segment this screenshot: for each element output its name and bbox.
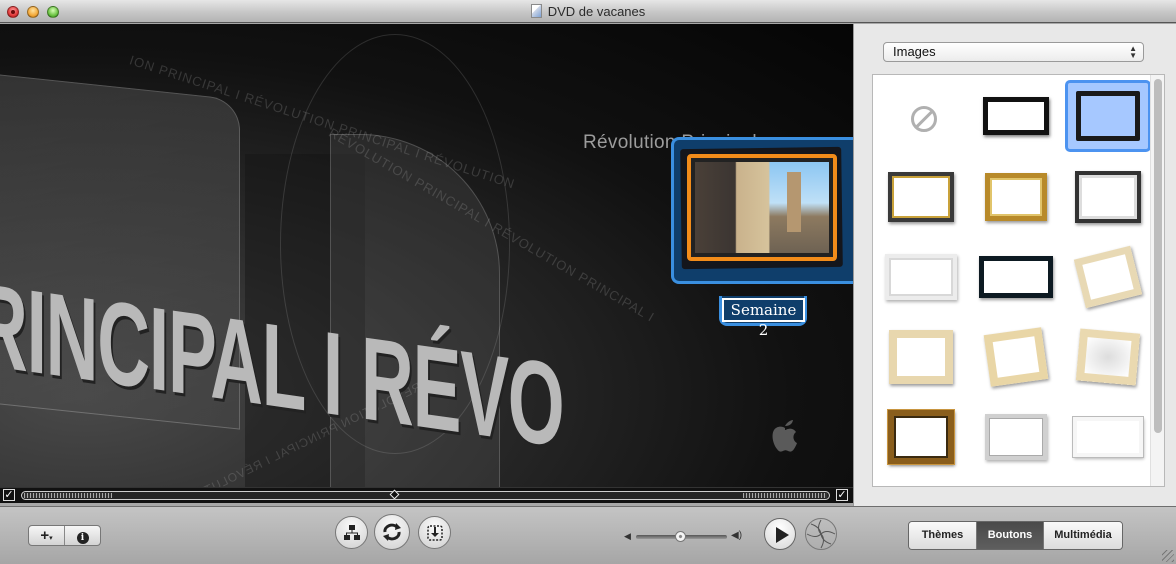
dropdown-arrows-icon: ▲ ▼	[1129, 44, 1137, 60]
scrollbar-thumb[interactable]	[1154, 79, 1162, 433]
frame-option-black-glossy[interactable]	[973, 241, 1059, 313]
no-frame-icon	[911, 106, 937, 132]
frame-option-ornate-gold[interactable]	[878, 401, 964, 473]
add-info-segment: +▾ i	[28, 525, 101, 546]
frame-thumbnail	[889, 330, 953, 384]
frame-thumbnail	[1075, 328, 1141, 386]
import-icon	[426, 525, 443, 541]
frame-option-slide-rotated[interactable]	[973, 321, 1059, 393]
panel-tabs: Thèmes Boutons Multimédia	[908, 521, 1123, 550]
frame-option-slide-tilted[interactable]	[1065, 241, 1151, 313]
autoplay-button[interactable]	[418, 516, 451, 549]
timeline-track[interactable]	[21, 489, 830, 500]
motion-button[interactable]	[805, 518, 837, 550]
timeline-start-checkbox[interactable]: ✓	[3, 489, 15, 501]
frame-thumbnail	[888, 172, 954, 222]
frame-option-black-gold-corners[interactable]	[878, 161, 964, 233]
tab-buttons[interactable]: Boutons	[977, 522, 1044, 549]
window-title-text: DVD de vacanes	[547, 4, 646, 19]
dvd-map-button[interactable]	[335, 516, 368, 549]
frame-thumbnail	[1075, 171, 1141, 223]
frame-option-black-brush[interactable]	[1065, 80, 1151, 152]
info-icon: i	[76, 532, 89, 544]
window-resize-handle[interactable]	[1162, 550, 1174, 562]
frame-option-none[interactable]	[878, 80, 964, 152]
playhead-marker[interactable]	[389, 489, 400, 500]
frame-option-gray-beveled[interactable]	[973, 401, 1059, 473]
buttons-inspector-panel: Images ▲ ▼	[853, 24, 1176, 506]
play-preview-button[interactable]	[764, 518, 796, 550]
frame-option-black-thick[interactable]	[973, 80, 1059, 152]
frame-option-dark-matted[interactable]	[1065, 161, 1151, 233]
volume-slider-knob[interactable]	[674, 531, 686, 542]
category-dropdown-value: Images	[893, 44, 936, 59]
add-button[interactable]: +▾	[29, 526, 65, 545]
volume-low-icon: ◀	[624, 531, 631, 541]
button-photo-thumbnail	[695, 162, 829, 253]
intro-segment[interactable]	[24, 493, 112, 498]
category-dropdown[interactable]: Images ▲ ▼	[883, 42, 1144, 62]
loop-icon	[383, 523, 401, 541]
frame-thumbnail	[983, 327, 1049, 387]
frame-thumbnail	[985, 173, 1047, 221]
dvd-document-icon	[530, 4, 542, 18]
frame-option-aged-paper[interactable]	[878, 321, 964, 393]
apple-logo-icon	[772, 420, 797, 452]
info-button[interactable]: i	[65, 526, 100, 545]
volume-high-icon: ◀)	[731, 530, 743, 541]
button-photo-frame	[687, 154, 837, 261]
photo-tower	[787, 172, 801, 232]
frame-option-white-beveled[interactable]	[1065, 401, 1151, 473]
frame-thumbnail	[979, 256, 1053, 298]
outro-segment[interactable]	[743, 493, 827, 498]
window-title: DVD de vacanes	[0, 4, 1176, 19]
motion-loop-button[interactable]	[374, 514, 410, 550]
loop-timeline: ✓ ✓	[0, 487, 853, 503]
chevron-down-icon: ▾	[49, 535, 53, 542]
tab-themes[interactable]: Thèmes	[909, 522, 977, 549]
sitemap-icon	[343, 525, 360, 540]
button-frames-grid	[872, 74, 1165, 487]
frame-option-slide-frosted[interactable]	[1065, 321, 1151, 393]
frame-thumbnail	[985, 414, 1047, 460]
frame-thumbnail	[885, 254, 957, 300]
button-label[interactable]: Semaine 2	[722, 298, 805, 339]
frame-thumbnail	[888, 410, 954, 464]
tab-media[interactable]: Multimédia	[1044, 522, 1122, 549]
aperture-icon	[806, 519, 836, 549]
frame-thumbnail	[1073, 245, 1143, 309]
frame-option-white-matted[interactable]	[878, 241, 964, 313]
grid-scrollbar[interactable]	[1150, 75, 1164, 486]
title-bar: DVD de vacanes	[0, 0, 1176, 23]
frame-thumbnail	[983, 97, 1049, 135]
frame-thumbnail	[1076, 91, 1140, 141]
plus-icon: +	[40, 527, 50, 544]
timeline-end-checkbox[interactable]: ✓	[836, 489, 848, 501]
bottom-toolbar: +▾ i ◀ ◀) Thèmes Boutons Multimédia	[0, 506, 1176, 564]
frame-option-gold-thin[interactable]	[973, 161, 1059, 233]
frame-thumbnail	[1073, 417, 1143, 457]
